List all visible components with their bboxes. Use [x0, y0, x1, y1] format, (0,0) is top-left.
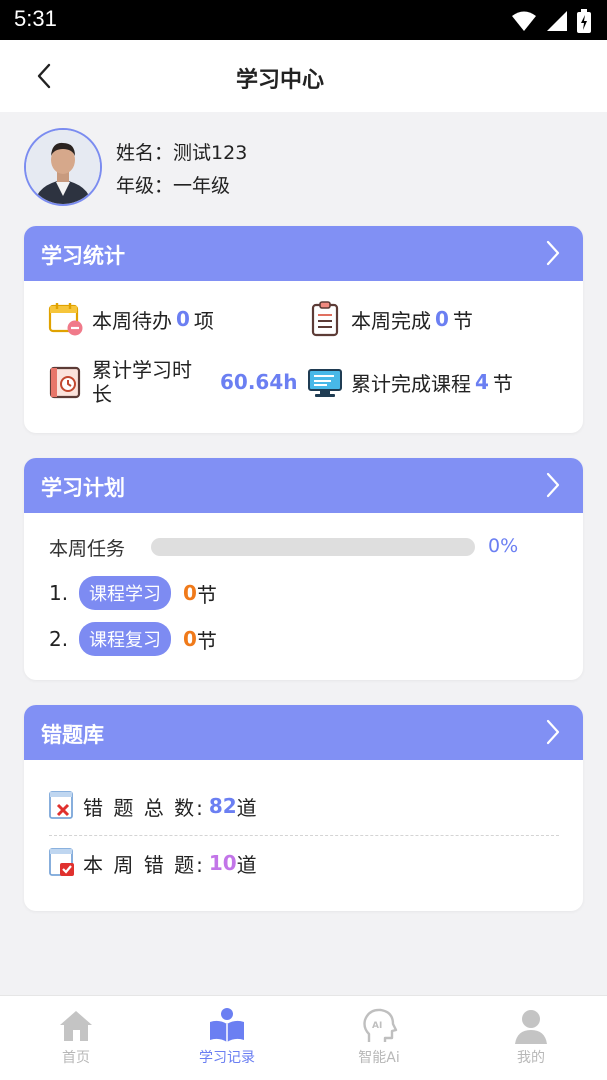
- week-task-label: 本周任务: [49, 538, 126, 560]
- avatar[interactable]: [24, 128, 102, 206]
- ai-head-icon: AI: [363, 1008, 398, 1042]
- wifi-icon: [512, 11, 536, 31]
- week-done-value: 0: [435, 307, 449, 331]
- grade-label: 年级：: [116, 175, 174, 197]
- document-check-icon: [49, 848, 74, 876]
- calendar-minus-icon: [48, 303, 83, 336]
- plan-item-count: 0: [183, 581, 197, 605]
- stat-week-done[interactable]: 本周完成 0 节: [307, 301, 473, 337]
- wrong-bank-header[interactable]: 错题库: [24, 705, 583, 760]
- document-x-icon: [49, 791, 73, 819]
- tab-smart-ai[interactable]: AI 智能Ai: [324, 1006, 434, 1067]
- week-todo-value: 0: [176, 307, 190, 331]
- tab-home[interactable]: 首页: [21, 1006, 131, 1067]
- profile-grade: 年级：一年级: [116, 171, 230, 198]
- tab-label: 智能Ai: [358, 1050, 400, 1066]
- wrong-bank-title: 错题库: [41, 723, 104, 747]
- plan-item-unit: 节: [196, 628, 217, 653]
- book-person-icon: [210, 1008, 244, 1042]
- wrong-bank-card: 错题库 错 题 总 数: 82 道 本 周 错 题: 10 道: [24, 705, 583, 911]
- total-courses-label: 累计完成课程: [351, 371, 471, 396]
- study-plan-header[interactable]: 学习计划: [24, 458, 583, 513]
- wrong-total-unit: 道: [236, 795, 257, 820]
- status-time: 5:31: [14, 6, 57, 31]
- profile-section: 姓名：测试123 年级：一年级: [24, 128, 584, 208]
- stat-total-time[interactable]: 累计学习时长 60.64h: [48, 358, 298, 406]
- chevron-right-icon: [546, 472, 560, 498]
- plan-item-count: 0: [183, 627, 197, 651]
- person-icon: [515, 1010, 547, 1044]
- tab-study-records[interactable]: 学习记录: [172, 1006, 282, 1067]
- wrong-total-value: 82: [208, 794, 237, 818]
- wrong-total-label: 错 题 总 数:: [83, 795, 205, 820]
- plan-item-index: 2.: [49, 627, 69, 651]
- week-done-unit: 节: [452, 308, 473, 333]
- week-todo-unit: 项: [193, 308, 214, 333]
- total-courses-unit: 节: [492, 371, 513, 396]
- tab-label: 学习记录: [199, 1050, 255, 1066]
- avatar-image: [26, 130, 100, 204]
- total-time-label: 累计学习时长: [92, 358, 192, 406]
- signal-icon: [547, 11, 567, 31]
- wrong-week-row[interactable]: 本 周 错 题: 10 道: [49, 848, 257, 878]
- tab-label: 首页: [62, 1050, 90, 1066]
- stat-total-courses[interactable]: 累计完成课程 4 节: [307, 364, 513, 400]
- profile-name: 姓名：测试123: [116, 138, 247, 165]
- tab-label: 我的: [517, 1050, 545, 1066]
- divider: [49, 835, 559, 836]
- study-plan-card: 学习计划 本周任务 0% 1. 课程学习 0 节 2. 课程复习 0 节: [24, 458, 583, 680]
- battery-icon: [577, 9, 591, 33]
- week-task-progress-bar: [151, 538, 475, 556]
- study-stats-title: 学习统计: [41, 244, 125, 268]
- grade-value: 一年级: [173, 175, 231, 197]
- home-icon: [60, 1011, 92, 1041]
- svg-text:AI: AI: [372, 1021, 382, 1031]
- clock-book-icon: [49, 366, 81, 399]
- plan-item-tag: 课程学习: [79, 576, 171, 610]
- plan-item-tag: 课程复习: [79, 622, 171, 656]
- monitor-icon: [308, 369, 342, 397]
- status-bar: 5:31: [0, 0, 607, 40]
- chevron-right-icon: [546, 240, 560, 266]
- wrong-total-row[interactable]: 错 题 总 数: 82 道: [49, 791, 257, 821]
- wrong-week-label: 本 周 错 题:: [83, 852, 205, 877]
- plan-item-course-review[interactable]: 2. 课程复习 0 节: [49, 622, 217, 656]
- nav-bar: 学习中心: [0, 40, 607, 112]
- page-title: 学习中心: [235, 68, 324, 93]
- study-stats-header[interactable]: 学习统计: [24, 226, 583, 281]
- wrong-week-unit: 道: [236, 852, 257, 877]
- plan-item-index: 1.: [49, 581, 69, 605]
- name-label: 姓名：: [116, 142, 174, 164]
- study-plan-title: 学习计划: [41, 476, 125, 500]
- week-done-label: 本周完成: [351, 308, 431, 333]
- wrong-week-value: 10: [208, 851, 237, 875]
- total-courses-value: 4: [475, 370, 489, 394]
- tab-mine[interactable]: 我的: [476, 1006, 586, 1067]
- study-stats-card: 学习统计 本周待办 0 项 本周完成 0 节 累计学习时长 60.64h 累计完…: [24, 226, 583, 433]
- stat-week-todo[interactable]: 本周待办 0 项: [48, 301, 214, 337]
- name-value: 测试123: [173, 142, 248, 164]
- bottom-tab-bar: 首页 学习记录 AI 智能Ai 我的: [0, 995, 607, 1080]
- plan-item-unit: 节: [196, 582, 217, 607]
- week-task-percent: 0%: [488, 535, 519, 557]
- status-icons: [511, 9, 591, 33]
- clipboard-list-icon: [311, 301, 339, 337]
- week-todo-label: 本周待办: [92, 308, 172, 333]
- chevron-right-icon: [546, 719, 560, 745]
- plan-item-course-study[interactable]: 1. 课程学习 0 节: [49, 576, 217, 610]
- total-time-value: 60.64h: [220, 370, 298, 394]
